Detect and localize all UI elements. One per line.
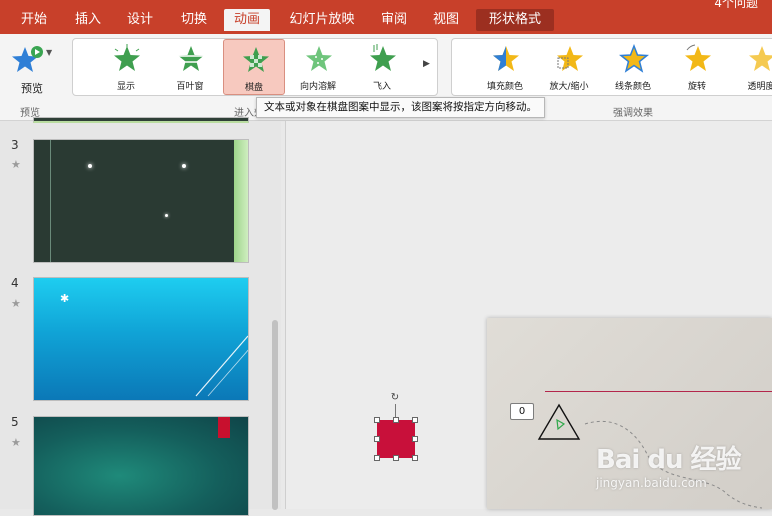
tab-slideshow[interactable]: 幻灯片放映	[282, 9, 362, 31]
slide-thumb-3[interactable]	[33, 139, 249, 263]
star-grow-shrink-icon	[557, 46, 583, 71]
animation-star-icon: ★	[11, 436, 21, 449]
effect-checkerboard-label: 棋盘	[244, 83, 263, 93]
thumb-red-tag	[218, 417, 230, 438]
thumb-snowflake-icon: ✱	[60, 292, 70, 305]
tab-insert[interactable]: 插入	[66, 9, 110, 31]
resize-handle-left[interactable]	[374, 436, 380, 442]
effect-dissolve-label: 向内溶解	[299, 82, 336, 92]
effect-dissolve-in[interactable]: 向内溶解	[287, 39, 349, 95]
resize-handle-top-right[interactable]	[412, 417, 418, 423]
thumb-light-streaks	[195, 335, 248, 397]
tab-animations[interactable]: 动画	[224, 9, 270, 31]
resize-handle-right[interactable]	[412, 436, 418, 442]
star-appear-icon	[114, 44, 140, 71]
slide-number: 5	[11, 415, 19, 429]
resize-handle-bottom-right[interactable]	[412, 455, 418, 461]
resize-handle-top[interactable]	[393, 417, 399, 423]
tab-design[interactable]: 设计	[118, 9, 162, 31]
effect-line-color[interactable]: 线条颜色	[602, 39, 664, 95]
selected-shape[interactable]	[377, 420, 415, 458]
watermark-url: jingyan.baidu.com	[596, 476, 707, 490]
animation-star-icon: ★	[11, 297, 21, 310]
watermark-brand: Bai du 经验	[596, 445, 741, 475]
star-fly-in-icon	[370, 44, 396, 71]
preview-star-icon	[12, 46, 43, 72]
effect-spin[interactable]: 旋转	[666, 39, 728, 95]
tab-review[interactable]: 审阅	[372, 9, 416, 31]
effect-grow-shrink[interactable]: 放大/缩小	[538, 39, 600, 95]
resize-handle-bottom[interactable]	[393, 455, 399, 461]
rotate-handle-icon[interactable]: ↻	[389, 392, 401, 404]
gallery-scroll-right-icon[interactable]: ▶	[423, 59, 430, 69]
thumb-sparkle	[165, 214, 168, 217]
resize-handle-bottom-left[interactable]	[374, 455, 380, 461]
effect-blinds-label: 百叶窗	[176, 82, 204, 92]
emphasis-effects-gallery: 填充颜色 放大/缩小 线条颜色 旋转 透明度	[451, 38, 772, 96]
tab-shape-format[interactable]: 形状格式	[476, 9, 554, 31]
effect-blinds[interactable]: 百叶窗	[159, 39, 221, 95]
tab-transitions[interactable]: 切换	[172, 9, 216, 31]
slide-number: 4	[11, 276, 19, 290]
animation-star-icon: ★	[11, 158, 21, 171]
slide-thumbnail-panel[interactable]: 3 ★ 4 ★ ✱ 5 ★	[0, 117, 281, 516]
resize-handle-top-left[interactable]	[374, 417, 380, 423]
thumb-sparkle	[182, 164, 186, 168]
star-transparency-icon	[749, 46, 772, 71]
effect-line-color-label: 线条颜色	[614, 82, 651, 92]
effect-spin-label: 旋转	[687, 82, 706, 92]
star-fill-color-icon	[493, 46, 519, 71]
effect-fly-in-label: 飞入	[372, 82, 391, 92]
slide-thumb-5[interactable]	[33, 416, 249, 516]
effect-checkerboard[interactable]: 棋盘	[223, 39, 285, 95]
effect-fly-in[interactable]: 飞入	[351, 39, 413, 95]
slide-thumb-2-partial[interactable]	[33, 117, 249, 123]
tab-view[interactable]: 视图	[424, 9, 468, 31]
effect-transparency-label: 透明度	[747, 82, 772, 92]
star-dissolve-icon	[306, 46, 332, 71]
star-checkerboard-icon	[243, 47, 269, 72]
star-line-color-icon	[619, 44, 649, 73]
preview-dropdown-icon[interactable]: ▼	[46, 48, 52, 57]
effect-appear-label: 显示	[116, 82, 135, 92]
slide-red-line	[545, 391, 772, 392]
effect-appear[interactable]: 显示	[95, 39, 157, 95]
effect-transparency[interactable]: 透明度	[730, 39, 772, 95]
slide-number: 3	[11, 138, 19, 152]
issues-indicator[interactable]: 4个问题	[714, 0, 758, 11]
slide-panel-scroll-thumb[interactable]	[272, 320, 278, 510]
entrance-effects-gallery: 显示 百叶窗 棋盘 向内溶解 飞入 ▶	[72, 38, 438, 96]
thumb-vertical-line	[50, 140, 51, 262]
thumb-sparkle	[88, 164, 92, 168]
thumb-green-strip	[234, 140, 248, 262]
ribbon-tab-bar: 开始 插入 设计 切换 动画 幻灯片放映 审阅 视图 形状格式 4个问题	[0, 0, 772, 34]
tab-home[interactable]: 开始	[12, 9, 56, 31]
effect-fill-color[interactable]: 填充颜色	[474, 39, 536, 95]
slide-thumb-4[interactable]: ✱	[33, 277, 249, 401]
star-spin-icon	[685, 44, 711, 71]
emphasis-group-label: 强调效果	[613, 108, 653, 119]
preview-label: 预览	[21, 82, 43, 95]
animation-order-badge[interactable]: 0	[510, 403, 534, 420]
star-blinds-icon	[178, 46, 204, 71]
effect-fill-color-label: 填充颜色	[486, 82, 523, 92]
effect-grow-shrink-label: 放大/缩小	[549, 82, 589, 92]
checkerboard-tooltip: 文本或对象在棋盘图案中显示，该图案将按指定方向移动。	[256, 97, 545, 118]
